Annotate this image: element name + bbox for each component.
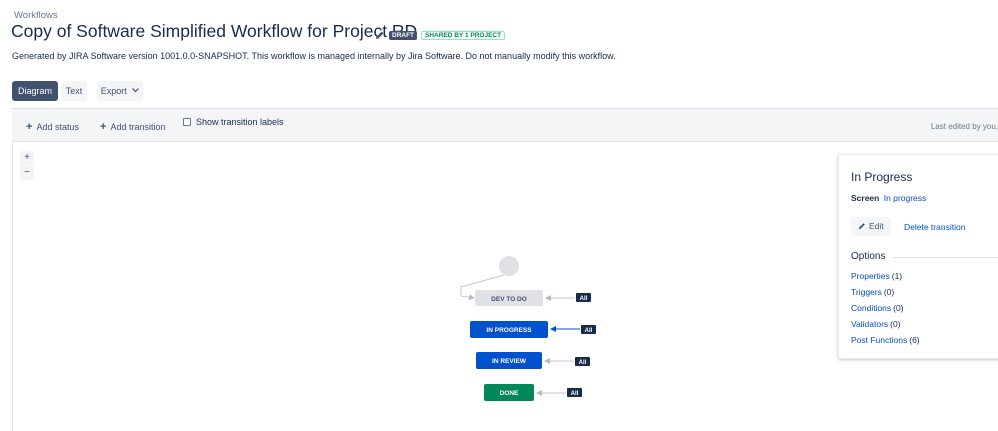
option-label[interactable]: Validators — [851, 319, 888, 329]
option-label[interactable]: Triggers — [851, 287, 882, 297]
edit-button[interactable]: Edit — [851, 217, 891, 236]
global-transition-label: All — [571, 391, 579, 397]
status-in-review-label: IN REVIEW — [492, 358, 527, 365]
option-triggers[interactable]: Triggers (0) — [851, 287, 894, 297]
option-label[interactable]: Post Functions — [851, 335, 907, 345]
option-count: (0) — [890, 319, 901, 329]
option-post-functions[interactable]: Post Functions (6) — [851, 335, 920, 345]
option-count: (6) — [909, 335, 920, 345]
status-done-label: DONE — [500, 390, 519, 397]
global-transition-label: All — [579, 360, 587, 366]
panel-screen-row: Screen In progress — [851, 193, 926, 203]
status-dev-to-do-label: DEV TO DO — [491, 296, 527, 303]
options-divider — [893, 257, 998, 258]
option-count: (0) — [883, 287, 895, 297]
option-properties[interactable]: Properties (1) — [851, 271, 902, 281]
panel-title: In Progress — [851, 170, 913, 184]
delete-transition-link[interactable]: Delete transition — [904, 222, 965, 232]
initial-node[interactable] — [499, 256, 519, 276]
option-validators[interactable]: Validators (0) — [851, 319, 901, 329]
edit-label: Edit — [869, 221, 884, 231]
screen-link[interactable]: In progress — [884, 193, 927, 203]
global-transition-label: All — [580, 296, 588, 302]
transition-properties-panel: In Progress Screen In progress Edit Dele… — [838, 154, 998, 359]
options-heading: Options — [851, 251, 886, 262]
option-count: (1) — [891, 271, 903, 281]
global-transition-label: All — [585, 328, 593, 334]
pencil-icon — [858, 223, 865, 230]
option-label[interactable]: Conditions — [851, 303, 891, 313]
option-label[interactable]: Properties — [851, 271, 890, 281]
status-in-progress-label: IN PROGRESS — [486, 327, 532, 334]
screen-label: Screen — [851, 193, 880, 203]
option-count: (0) — [893, 303, 904, 313]
option-conditions[interactable]: Conditions (0) — [851, 303, 904, 313]
